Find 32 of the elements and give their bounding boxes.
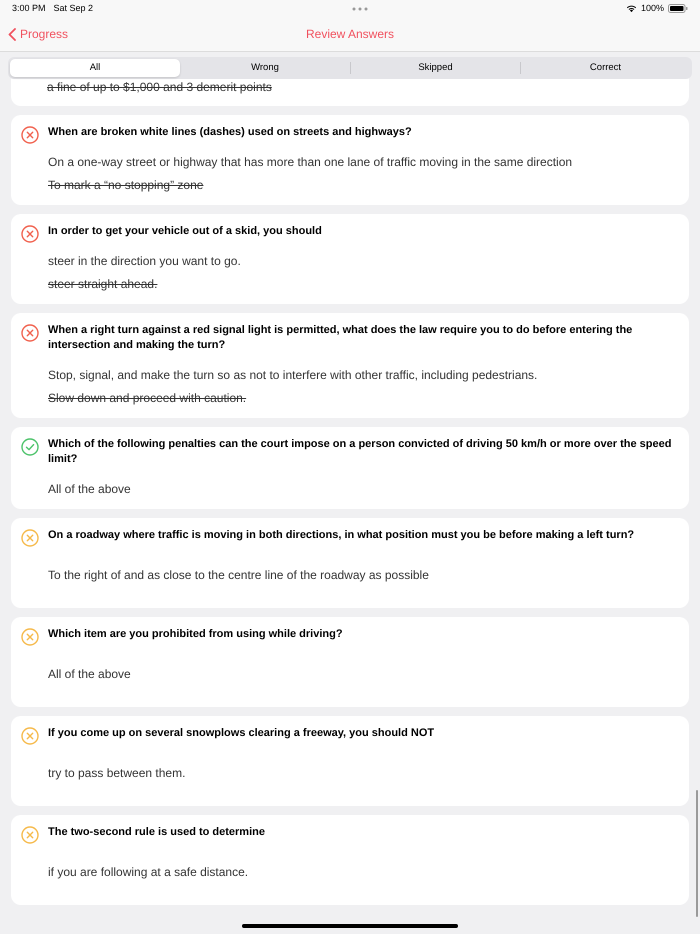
- battery-percent: 100%: [640, 2, 664, 15]
- back-chevron-icon: [8, 28, 16, 40]
- question-text: Which of the following penalties can the court impose on a person convicted of driving 50 km/h or more over the speed limit?: [48, 437, 672, 467]
- wrong-answer: Slow down and proceed with caution.: [48, 390, 248, 407]
- correct-answer: steer in the direction you want to go.: [48, 253, 242, 270]
- page-title: Review Answers: [306, 26, 394, 43]
- question-text: The two-second rule is used to determine: [48, 825, 266, 840]
- question-text: When are broken white lines (dashes) used on streets and highways?: [48, 125, 413, 140]
- battery-icon: [668, 4, 688, 13]
- question-text: In order to get your vehicle out of a skid, you should: [48, 224, 323, 239]
- question-text: If you come up on several snowplows clearing a freeway, you should NOT: [48, 726, 436, 741]
- wrong-answer: steer straight ahead.: [48, 276, 158, 293]
- more-icon: [352, 6, 368, 10]
- filter-tab[interactable]: Wrong: [180, 59, 350, 77]
- wrong-answer: To mark a “no stopping” zone: [48, 177, 204, 194]
- wifi-icon: [626, 4, 637, 13]
- question-text: Which item are you prohibited from using while driving?: [48, 627, 344, 642]
- wrong-answer: a fine of up to $1,000 and 3 demerit points: [47, 79, 273, 96]
- correct-answer: On a one-way street or highway that has more than one lane of traffic moving in the same direction: [48, 154, 574, 171]
- filter-tab[interactable]: All: [10, 59, 180, 77]
- question-text: When a right turn against a red signal light is permitted, what does the law require you to do before entering the intersection and making the turn?: [48, 323, 634, 353]
- correct-answer: Stop, signal, and make the turn so as not to interfere with other traffic, including pedestrians.: [48, 367, 538, 384]
- question-text: On a roadway where traffic is moving in both directions, in what position must you be before making a left turn?: [48, 528, 636, 543]
- correct-answer: To the right of and as close to the centre line of the roadway as possible: [48, 567, 430, 584]
- status-time: 3:00 PM: [12, 2, 46, 15]
- correct-answer: All of the above: [48, 666, 132, 683]
- correct-answer: try to pass between them.: [48, 765, 186, 782]
- status-date: Sat Sep 2: [54, 2, 94, 15]
- correct-answer: All of the above: [48, 481, 132, 498]
- filter-tab[interactable]: Skipped: [351, 59, 520, 77]
- filter-tab[interactable]: Correct: [521, 59, 690, 77]
- correct-answer: if you are following at a safe distance.: [48, 864, 250, 881]
